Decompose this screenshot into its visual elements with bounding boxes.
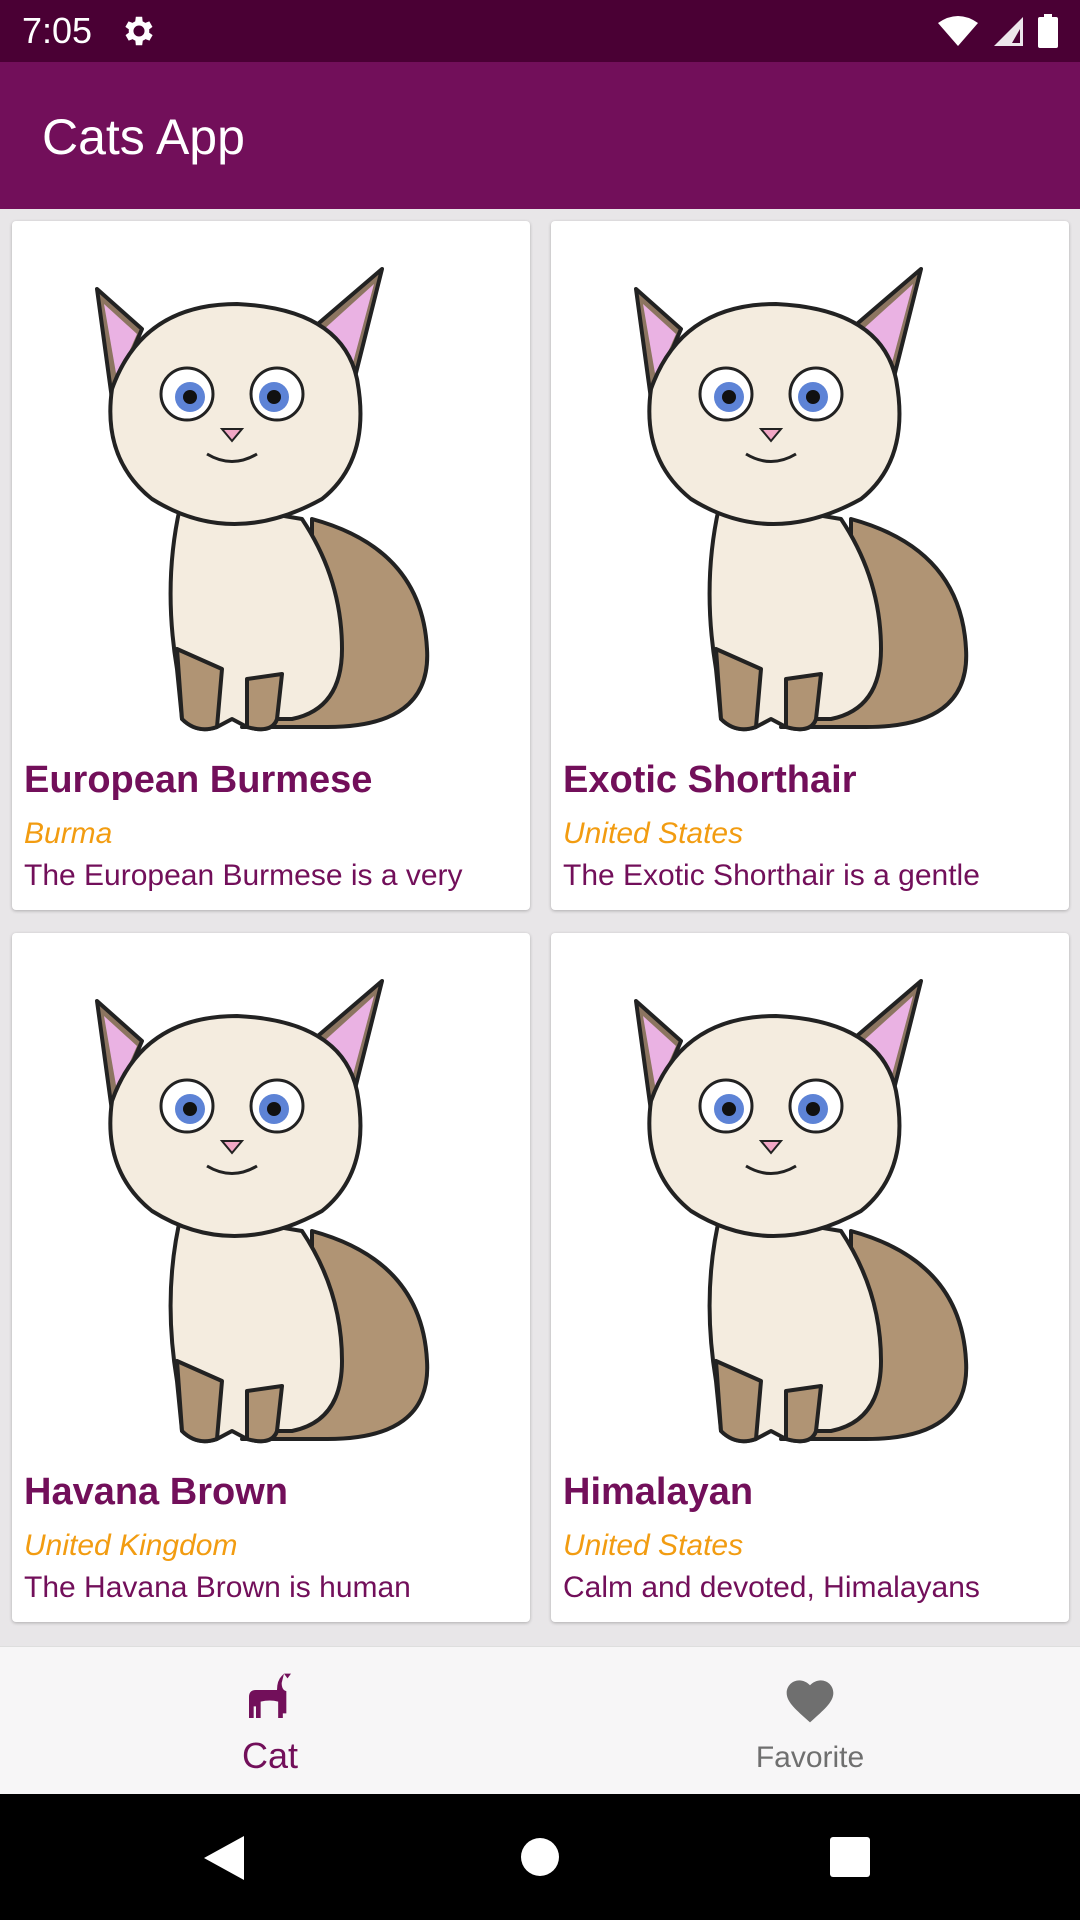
- cat-name: Exotic Shorthair: [563, 759, 857, 801]
- nav-label-cat: Cat: [241, 1735, 299, 1776]
- cat-illustration: [95, 267, 430, 732]
- cat-illustration: [95, 979, 430, 1444]
- cat-description: The Exotic Shorthair is a gentle: [563, 859, 980, 892]
- cat-card[interactable]: Havana Brown United Kingdom The Havana B…: [12, 933, 530, 1622]
- cat-icon: [249, 1673, 291, 1718]
- cat-origin: Burma: [24, 817, 113, 850]
- status-bar: 7:05: [0, 0, 1080, 62]
- cat-card[interactable]: European Burmese Burma The European Burm…: [12, 221, 530, 910]
- back-icon[interactable]: [204, 1836, 246, 1880]
- cat-illustration: [634, 267, 969, 732]
- settings-icon: [125, 16, 153, 46]
- nav-item-favorite[interactable]: Favorite: [540, 1647, 1080, 1795]
- cat-grid[interactable]: European Burmese Burma The European Burm…: [0, 209, 1080, 1646]
- cat-name: European Burmese: [24, 759, 373, 801]
- battery-icon: [1038, 14, 1058, 48]
- recents-icon[interactable]: [830, 1837, 870, 1877]
- cat-description: The European Burmese is a very: [24, 859, 463, 892]
- cat-description: Calm and devoted, Himalayans: [563, 1571, 980, 1604]
- cat-illustration: [634, 979, 969, 1444]
- app-bar: Cats App: [0, 62, 1080, 209]
- cat-description: The Havana Brown is human: [24, 1571, 411, 1604]
- cat-origin: United States: [563, 817, 744, 850]
- system-navigation-bar: [0, 1794, 1080, 1920]
- app-title: Cats App: [42, 109, 245, 165]
- signal-icon: [994, 17, 1023, 46]
- status-time: 7:05: [22, 10, 93, 51]
- nav-item-cat[interactable]: Cat: [0, 1647, 540, 1795]
- cat-card[interactable]: Himalayan United States Calm and devoted…: [551, 933, 1069, 1622]
- cat-name: Havana Brown: [24, 1471, 288, 1513]
- cat-origin: United Kingdom: [24, 1529, 238, 1562]
- cat-origin: United States: [563, 1529, 744, 1562]
- bottom-navigation: Cat Favorite: [0, 1646, 1080, 1795]
- cat-card[interactable]: Exotic Shorthair United States The Exoti…: [551, 221, 1069, 910]
- heart-icon: [786, 1680, 834, 1723]
- home-icon[interactable]: [520, 1837, 560, 1877]
- wifi-icon: [938, 16, 978, 46]
- nav-label-favorite: Favorite: [755, 1741, 865, 1774]
- cat-name: Himalayan: [563, 1471, 754, 1513]
